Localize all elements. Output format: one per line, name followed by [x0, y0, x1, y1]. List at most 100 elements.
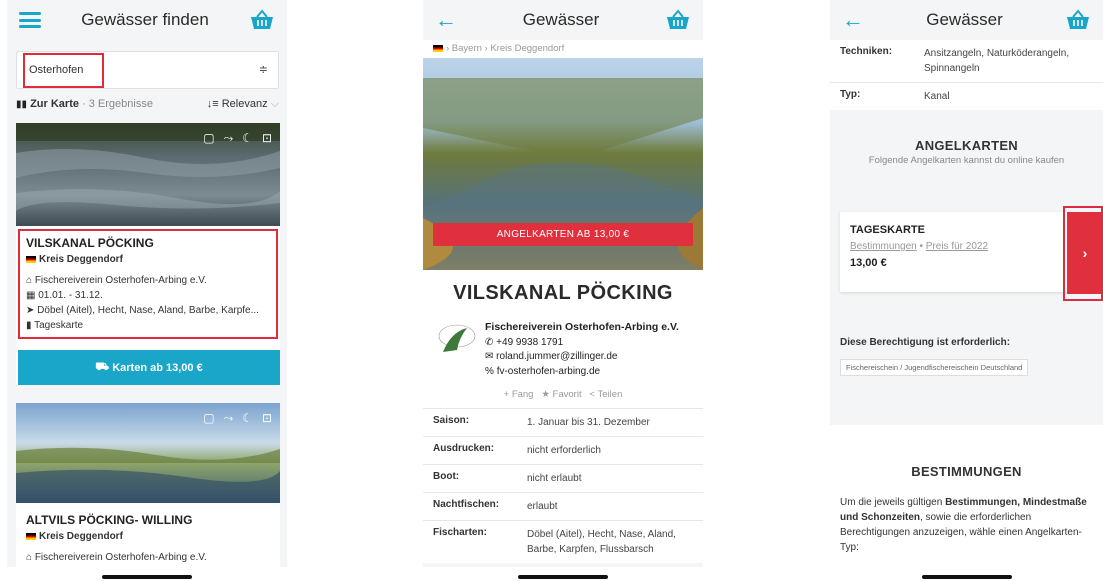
info-table: Saison: 1. Januar bis 31. Dezember Ausdru…	[423, 408, 703, 563]
catch-button[interactable]: + Fang	[504, 389, 534, 400]
back-arrow-icon[interactable]: ←	[435, 9, 457, 31]
requirement-chip: Fischereischein / Jugendfischereischein …	[840, 359, 1029, 376]
button-highlight	[1063, 206, 1103, 301]
district: Kreis Deggendorf	[26, 529, 270, 544]
buy-tickets-button[interactable]: ⛟ Karten ab 13,00 €	[18, 350, 280, 385]
print-icon: ▢	[203, 131, 215, 145]
row-value: Ansitzangeln, Naturköderangeln, Spinnang…	[924, 48, 1070, 74]
ticket-links: Bestimmungen • Preis für 2022	[850, 241, 1062, 252]
home-icon: ⌂	[26, 552, 33, 563]
phone-line[interactable]: ✆ +49 9938 1791	[485, 336, 685, 351]
row-key: Fischarten:	[433, 527, 487, 538]
district-label: Kreis Deggendorf	[39, 531, 123, 542]
sort-label: Relevanz	[221, 98, 268, 110]
row-value: 1. Januar bis 31. Dezember	[527, 417, 650, 428]
row-key: Saison:	[433, 415, 470, 426]
club-web: fv-osterhofen-arbing.de	[496, 365, 601, 377]
results-bar: ▮▮ Zur Karte · 3 Ergebnisse ↓≡ Relevanz …	[16, 98, 279, 111]
feature-icons: ▢ ⤳ ☾ ⊡	[203, 411, 272, 426]
mail-line[interactable]: ✉ roland.jummer@zillinger.de	[485, 350, 685, 365]
rules-section: BESTIMMUNGEN Um die jeweils gültigen Bes…	[830, 425, 1103, 581]
row-value: erlaubt	[527, 501, 558, 512]
row-value: Döbel (Aitel), Hecht, Nase, Aland, Barbe…	[527, 529, 676, 555]
breadcrumb: › Bayern › Kreis Deggendorf	[423, 40, 703, 58]
club-info: Fischereiverein Osterhofen-Arbing e.V. ✆…	[485, 320, 685, 379]
flag-icon	[433, 44, 443, 52]
home-indicator	[7, 567, 287, 581]
result-card[interactable]: ▢ ⤳ ☾ ⊡ ALTVILS PÖCKING- WILLING Kreis Degg…	[16, 403, 280, 567]
row-key: Techniken:	[840, 46, 893, 57]
search-field[interactable]: Osterhofen ≑	[16, 51, 279, 89]
table-row: Typ: Kanal	[830, 82, 1103, 110]
sort-icon: ↓≡	[206, 98, 219, 110]
water-photo: ▢ ⤳ ☾ ⊡	[16, 123, 280, 226]
screen-water-detail: ← Gewässer › Bayern › Kreis Deggendorf A…	[423, 0, 703, 581]
club-name: Fischereiverein Osterhofen-Arbing e.V.	[485, 321, 679, 333]
table-row: Fischarten: Döbel (Aitel), Hecht, Nase, A…	[423, 520, 703, 563]
search-highlight	[23, 53, 104, 88]
water-photo: ▢ ⤳ ☾ ⊡	[16, 403, 280, 503]
card-body: ALTVILS PÖCKING- WILLING Kreis Deggendor…	[16, 503, 280, 573]
basket-icon[interactable]	[249, 9, 275, 31]
favorite-label: Favorit	[552, 389, 582, 400]
table-row: Boot: nicht erlaubt	[423, 464, 703, 492]
table-row: Ausdrucken: nicht erforderlich	[423, 436, 703, 464]
screen-search-results: Gewässer finden Osterhofen ≑ ▮▮ Zur Kart…	[7, 0, 287, 581]
requirement-label: Diese Berechtigung ist erforderlich:	[840, 337, 1011, 348]
filter-icon[interactable]: ≑	[259, 63, 268, 76]
club-email: roland.jummer@zillinger.de	[496, 351, 618, 362]
tickets-section: ANGELKARTEN Folgende Angelkarten kannst …	[830, 110, 1103, 166]
water-photo: ANGELKARTEN AB 13,00 €	[423, 58, 703, 270]
detail-header: VILSKANAL PÖCKING Fischereiverein Osterh…	[423, 270, 703, 408]
club-label: Fischereiverein Osterhofen-Arbing e.V.	[34, 552, 207, 563]
row-value: nicht erforderlich	[527, 445, 601, 456]
screen-tickets: ← Gewässer Techniken: Ansitzangeln, Natur…	[830, 0, 1103, 581]
club-phone: +49 9938 1791	[496, 336, 564, 348]
basket-icon: ⛟	[95, 360, 113, 373]
section-title: ANGELKARTEN	[915, 138, 1018, 153]
basket-icon[interactable]	[665, 9, 691, 31]
top-bar: Gewässer finden	[7, 0, 287, 40]
page-title: Gewässer finden	[81, 10, 209, 29]
menu-icon[interactable]	[19, 12, 41, 28]
action-row: + Fang ★ Favorit < Teilen	[423, 389, 703, 400]
rules-text-pre: Um die jeweils gültigen	[840, 497, 946, 508]
flag-icon	[26, 532, 36, 540]
club-line: ⌂ Fischereiverein Osterhofen-Arbing e.V.	[26, 550, 270, 565]
night-icon: ☾	[242, 411, 253, 425]
ticket-price: 13,00 €	[850, 257, 887, 269]
info-table: Techniken: Ansitzangeln, Naturköderangeln…	[830, 40, 1103, 110]
ticket-card[interactable]: TAGESKARTE Bestimmungen • Preis für 2022…	[840, 212, 1072, 292]
phone-icon: ✆	[485, 336, 494, 348]
ticket-name: TAGESKARTE	[850, 224, 925, 236]
web-line[interactable]: % fv-osterhofen-arbing.de	[485, 365, 685, 380]
share-label: Teilen	[597, 389, 623, 400]
sort-select[interactable]: ↓≡ Relevanz ⌵	[207, 98, 279, 111]
share-button[interactable]: < Teilen	[590, 389, 623, 400]
row-key: Boot:	[433, 471, 460, 482]
buy-tickets-button[interactable]: ANGELKARTEN AB 13,00 €	[433, 223, 693, 246]
home-indicator	[830, 567, 1103, 581]
basket-icon[interactable]	[1065, 9, 1091, 31]
page-title: Gewässer	[522, 10, 600, 29]
price-link[interactable]: Preis für 2022	[926, 241, 988, 252]
boat-icon: ⤳	[223, 411, 234, 425]
night-icon: ☾	[242, 131, 253, 145]
card-body: VILSKANAL PÖCKING Kreis Deggendorf ⌂ Fis…	[16, 226, 280, 341]
top-bar: ← Gewässer	[830, 0, 1103, 40]
result-card[interactable]: ▢ ⤳ ☾ ⊡ VILSKANAL PÖCKING Kreis Deggendorf …	[16, 123, 280, 385]
table-row: Techniken: Ansitzangeln, Naturköderangeln…	[830, 40, 1103, 82]
rules-link[interactable]: Bestimmungen	[850, 241, 917, 252]
breadcrumb-label[interactable]: › Bayern › Kreis Deggendorf	[446, 43, 564, 54]
favorite-button[interactable]: ★ Favorit	[541, 389, 581, 400]
mail-icon: ✉	[485, 351, 494, 362]
rules-text: Um die jeweils gültigen Bestimmungen, Mi…	[830, 495, 1103, 555]
link-separator: •	[916, 241, 926, 252]
table-row: Saison: 1. Januar bis 31. Dezember	[423, 408, 703, 436]
water-name: ALTVILS PÖCKING- WILLING	[26, 513, 193, 527]
row-key: Typ:	[840, 89, 861, 100]
map-link[interactable]: ▮▮ Zur Karte · 3 Ergebnisse	[16, 98, 153, 111]
back-arrow-icon[interactable]: ←	[842, 9, 864, 31]
chevron-down-icon: ⌵	[270, 98, 279, 110]
page-title: Gewässer	[926, 10, 1003, 29]
